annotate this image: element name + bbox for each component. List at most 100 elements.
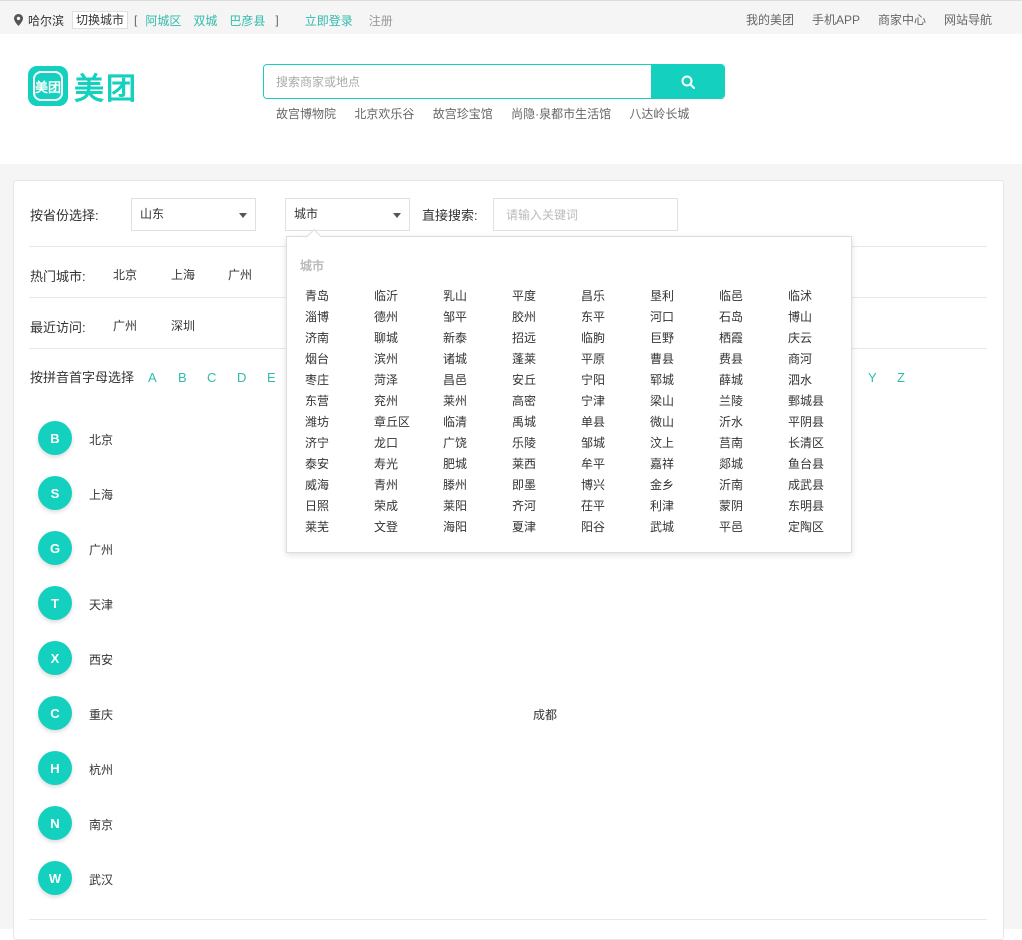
hot-city-link[interactable]: 广州 [228, 266, 252, 283]
hot-search-link[interactable]: 北京欢乐谷 [354, 107, 414, 121]
dropdown-city-link[interactable]: 淄博 [305, 308, 329, 325]
dropdown-city-link[interactable]: 临沂 [374, 287, 398, 304]
dropdown-city-link[interactable]: 昌乐 [581, 287, 605, 304]
dropdown-city-link[interactable]: 广饶 [443, 434, 467, 451]
dropdown-city-link[interactable]: 夏津 [512, 518, 536, 535]
pinyin-letter-link[interactable]: Z [897, 370, 905, 385]
dropdown-city-link[interactable]: 成武县 [788, 476, 824, 493]
dropdown-city-link[interactable]: 单县 [581, 413, 605, 430]
dropdown-city-link[interactable]: 博山 [788, 308, 812, 325]
group-city-link[interactable]: 天津 [89, 596, 113, 613]
dropdown-city-link[interactable]: 汶上 [650, 434, 674, 451]
dropdown-city-link[interactable]: 平邑 [719, 518, 743, 535]
dropdown-city-link[interactable]: 临沭 [788, 287, 812, 304]
dropdown-city-link[interactable]: 薛城 [719, 371, 743, 388]
dropdown-city-link[interactable]: 临朐 [581, 329, 605, 346]
dropdown-city-link[interactable]: 莱州 [443, 392, 467, 409]
province-select[interactable]: 山东 [131, 198, 256, 231]
dropdown-city-link[interactable]: 东明县 [788, 497, 824, 514]
dropdown-city-link[interactable]: 莱芜 [305, 518, 329, 535]
district-link[interactable]: 巴彦县 [229, 12, 265, 29]
group-city-link[interactable]: 北京 [89, 431, 113, 448]
dropdown-city-link[interactable]: 高密 [512, 392, 536, 409]
dropdown-city-link[interactable]: 新泰 [443, 329, 467, 346]
dropdown-city-link[interactable]: 垦利 [650, 287, 674, 304]
dropdown-city-link[interactable]: 利津 [650, 497, 674, 514]
dropdown-city-link[interactable]: 招远 [512, 329, 536, 346]
dropdown-city-link[interactable]: 平度 [512, 287, 536, 304]
pinyin-letter-link[interactable]: C [207, 370, 216, 385]
dropdown-city-link[interactable]: 东平 [581, 308, 605, 325]
my-meituan-link[interactable]: 我的美团 [746, 11, 794, 28]
dropdown-city-link[interactable]: 莱阳 [443, 497, 467, 514]
search-button[interactable] [651, 65, 724, 98]
dropdown-city-link[interactable]: 日照 [305, 497, 329, 514]
dropdown-city-link[interactable]: 兖州 [374, 392, 398, 409]
dropdown-city-link[interactable]: 德州 [374, 308, 398, 325]
dropdown-city-link[interactable]: 郓城 [650, 371, 674, 388]
dropdown-city-link[interactable]: 安丘 [512, 371, 536, 388]
dropdown-city-link[interactable]: 聊城 [374, 329, 398, 346]
dropdown-city-link[interactable]: 邹城 [581, 434, 605, 451]
hot-search-link[interactable]: 故宫珍宝馆 [433, 107, 493, 121]
group-city-link[interactable]: 上海 [89, 486, 113, 503]
pinyin-letter-link[interactable]: A [148, 370, 157, 385]
dropdown-city-link[interactable]: 滕州 [443, 476, 467, 493]
dropdown-city-link[interactable]: 梁山 [650, 392, 674, 409]
dropdown-city-link[interactable]: 金乡 [650, 476, 674, 493]
search-input[interactable] [264, 65, 651, 98]
hot-search-link[interactable]: 故宫博物院 [276, 107, 336, 121]
group-city-link[interactable]: 重庆 [89, 706, 113, 723]
recent-city-link[interactable]: 广州 [113, 317, 137, 334]
dropdown-city-link[interactable]: 沂水 [719, 413, 743, 430]
keyword-input[interactable] [493, 198, 678, 231]
dropdown-city-link[interactable]: 曹县 [650, 350, 674, 367]
dropdown-city-link[interactable]: 齐河 [512, 497, 536, 514]
dropdown-city-link[interactable]: 肥城 [443, 455, 467, 472]
dropdown-city-link[interactable]: 海阳 [443, 518, 467, 535]
dropdown-city-link[interactable]: 泗水 [788, 371, 812, 388]
dropdown-city-link[interactable]: 石岛 [719, 308, 743, 325]
dropdown-city-link[interactable]: 平原 [581, 350, 605, 367]
dropdown-city-link[interactable]: 蒙阴 [719, 497, 743, 514]
dropdown-city-link[interactable]: 威海 [305, 476, 329, 493]
site-nav-link[interactable]: 网站导航 [944, 11, 992, 28]
dropdown-city-link[interactable]: 文登 [374, 518, 398, 535]
dropdown-city-link[interactable]: 潍坊 [305, 413, 329, 430]
dropdown-city-link[interactable]: 临邑 [719, 287, 743, 304]
dropdown-city-link[interactable]: 青州 [374, 476, 398, 493]
dropdown-city-link[interactable]: 宁阳 [581, 371, 605, 388]
dropdown-city-link[interactable]: 诸城 [443, 350, 467, 367]
recent-city-link[interactable]: 深圳 [171, 317, 195, 334]
dropdown-city-link[interactable]: 莒南 [719, 434, 743, 451]
dropdown-city-link[interactable]: 庆云 [788, 329, 812, 346]
hot-search-link[interactable]: 八达岭长城 [629, 107, 689, 121]
district-link[interactable]: 阿城区 [145, 12, 181, 29]
dropdown-city-link[interactable]: 商河 [788, 350, 812, 367]
mobile-app-link[interactable]: 手机APP [812, 11, 860, 28]
pinyin-letter-link[interactable]: B [178, 370, 187, 385]
dropdown-city-link[interactable]: 定陶区 [788, 518, 824, 535]
dropdown-city-link[interactable]: 河口 [650, 308, 674, 325]
dropdown-city-link[interactable]: 微山 [650, 413, 674, 430]
dropdown-city-link[interactable]: 嘉祥 [650, 455, 674, 472]
dropdown-city-link[interactable]: 平阴县 [788, 413, 824, 430]
dropdown-city-link[interactable]: 即墨 [512, 476, 536, 493]
group-city-link[interactable]: 武汉 [89, 871, 113, 888]
dropdown-city-link[interactable]: 鱼台县 [788, 455, 824, 472]
city-select[interactable]: 城市 [285, 198, 410, 231]
dropdown-city-link[interactable]: 临清 [443, 413, 467, 430]
dropdown-city-link[interactable]: 阳谷 [581, 518, 605, 535]
dropdown-city-link[interactable]: 东营 [305, 392, 329, 409]
dropdown-city-link[interactable]: 巨野 [650, 329, 674, 346]
dropdown-city-link[interactable]: 长清区 [788, 434, 824, 451]
dropdown-city-link[interactable]: 济南 [305, 329, 329, 346]
dropdown-city-link[interactable]: 菏泽 [374, 371, 398, 388]
register-link[interactable]: 注册 [369, 12, 393, 29]
dropdown-city-link[interactable]: 栖霞 [719, 329, 743, 346]
pinyin-letter-link[interactable]: Y [868, 370, 877, 385]
hot-city-link[interactable]: 上海 [171, 266, 195, 283]
dropdown-city-link[interactable]: 滨州 [374, 350, 398, 367]
dropdown-city-link[interactable]: 费县 [719, 350, 743, 367]
pinyin-letter-link[interactable]: D [237, 370, 246, 385]
